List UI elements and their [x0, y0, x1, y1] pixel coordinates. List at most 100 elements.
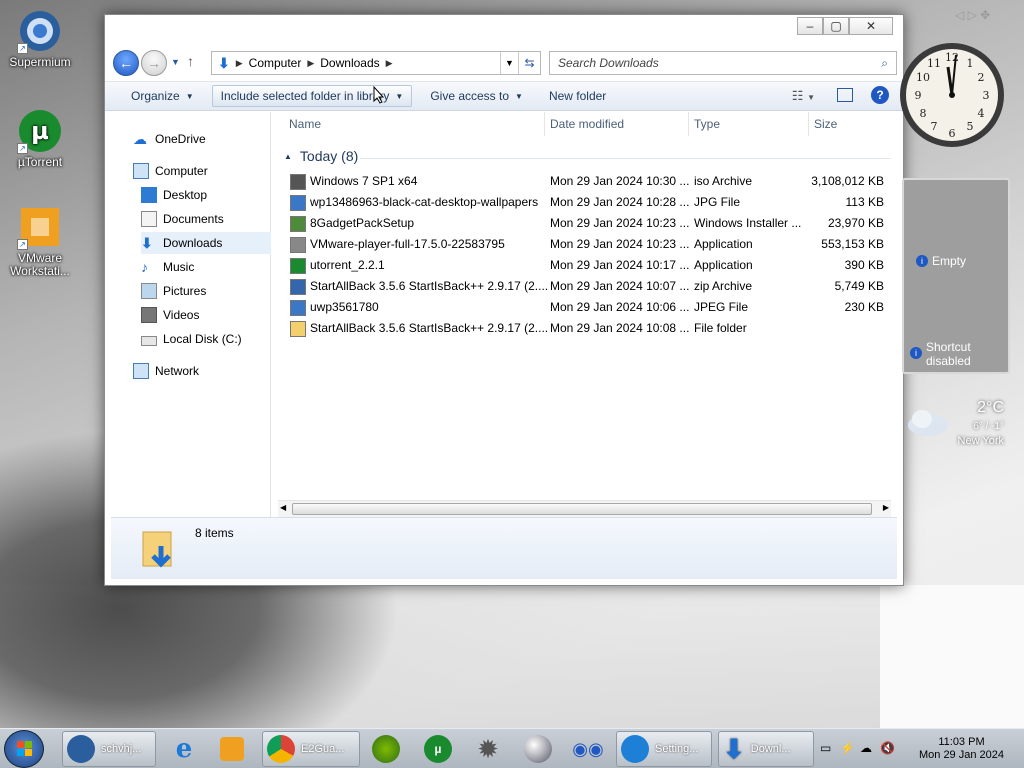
weather-range: 6° / -1°: [973, 421, 1004, 432]
taskbar-pin-media[interactable]: [212, 733, 252, 765]
taskbar-pin-settings[interactable]: ✹: [468, 733, 508, 765]
sphere-icon: [524, 735, 552, 763]
file-size: 553,153 KB: [821, 237, 884, 251]
nav-item-downloads[interactable]: ⬇ Downloads: [141, 232, 271, 254]
taskbar-pin-utorrent[interactable]: µ: [418, 733, 458, 765]
breadcrumb-separator-icon[interactable]: ▶: [307, 58, 314, 69]
utorrent-file-icon: [290, 258, 306, 274]
file-row[interactable]: StartAllBack 3.5.6 StartIsBack++ 2.9.17 …: [288, 318, 889, 339]
wallpaper-highlight: [880, 585, 1024, 728]
breadcrumb-computer[interactable]: Computer: [243, 56, 308, 70]
recent-locations-icon[interactable]: ▼: [171, 57, 180, 67]
taskbar-item-chrome[interactable]: E2Gua...: [262, 731, 360, 767]
taskbar-pin-eyes[interactable]: ◉◉: [568, 733, 608, 765]
taskbar-pin-windows[interactable]: [366, 733, 406, 765]
file-row[interactable]: VMware-player-full-17.5.0-22583795 Mon 29…: [288, 234, 889, 255]
desktop-icon: [141, 187, 157, 203]
taskbar-item-label: Downl...: [750, 743, 791, 755]
chevron-down-icon: ▼: [185, 91, 194, 101]
new-folder-button[interactable]: New folder: [541, 86, 614, 106]
pictures-icon: [141, 283, 157, 299]
desktop-icon-supermium[interactable]: ↗ Supermium: [2, 8, 78, 69]
nav-item-network[interactable]: Network: [133, 360, 287, 382]
breadcrumb-downloads[interactable]: Downloads: [314, 56, 385, 70]
zip-archive-icon: [290, 279, 306, 295]
tray-network-icon[interactable]: ☁: [860, 741, 872, 755]
title-bar[interactable]: – ▢ ✕: [105, 15, 903, 45]
utorrent-icon: µ: [424, 735, 452, 763]
start-button[interactable]: [4, 730, 44, 768]
svg-text:4: 4: [978, 107, 985, 120]
help-icon[interactable]: ?: [871, 86, 889, 104]
search-icon[interactable]: ⌕: [881, 56, 888, 71]
scroll-left-icon[interactable]: ◀: [280, 503, 286, 512]
file-row[interactable]: Windows 7 SP1 x64 Mon 29 Jan 2024 10:30 .…: [288, 171, 889, 192]
scroll-right-icon[interactable]: ▶: [883, 503, 889, 512]
minimize-button[interactable]: –: [797, 17, 823, 35]
scroll-thumb[interactable]: [292, 503, 872, 515]
svg-text:µ: µ: [31, 117, 49, 145]
column-name[interactable]: Name: [289, 117, 321, 131]
preview-pane-icon[interactable]: [837, 88, 853, 102]
horizontal-scrollbar[interactable]: ◀ ▶: [278, 500, 891, 517]
desktop-icon-vmware[interactable]: ↗ VMware Workstati...: [2, 204, 78, 278]
info-icon: i: [916, 255, 928, 267]
close-button[interactable]: ✕: [849, 17, 893, 35]
weather-temperature: 2°C: [977, 399, 1004, 416]
tray-time: 11:03 PM: [938, 736, 985, 748]
nav-item-computer[interactable]: Computer: [133, 160, 287, 182]
file-row[interactable]: 8GadgetPackSetup Mon 29 Jan 2024 10:23 ..…: [288, 213, 889, 234]
address-dropdown-icon[interactable]: ▼: [500, 52, 518, 74]
maximize-button[interactable]: ▢: [823, 17, 849, 35]
desktop-icon-utorrent[interactable]: µ ↗ µTorrent: [2, 108, 78, 169]
include-label: Include selected folder in library: [220, 89, 390, 103]
gadget-nav-arrows[interactable]: ◁ ▷ ✥: [955, 8, 990, 22]
address-bar[interactable]: ⬇ ▶ Computer ▶ Downloads ▶ ▼ ⇆: [211, 51, 541, 75]
taskbar-pin-ie[interactable]: e: [164, 733, 204, 765]
edge-icon: [621, 735, 649, 763]
weather-gadget[interactable]: 2°C 6° / -1° New York: [902, 393, 1010, 453]
videos-icon: [141, 307, 157, 323]
tray-volume-icon[interactable]: 🔇: [880, 741, 895, 755]
cloud-icon: [906, 405, 948, 436]
clock-gadget[interactable]: 12 3 6 9 12 45 7 8 10 11: [900, 33, 1010, 158]
forward-button[interactable]: →: [141, 50, 167, 76]
chevron-down-icon: ▼: [515, 91, 523, 101]
organize-button[interactable]: Organize ▼: [123, 86, 202, 106]
back-button[interactable]: ←: [113, 50, 139, 76]
svg-text:11: 11: [927, 57, 941, 70]
file-date: Mon 29 Jan 2024 10:07 ...: [550, 279, 690, 293]
up-button[interactable]: ↑: [187, 53, 194, 69]
view-options-icon[interactable]: ☷ ▼: [792, 88, 815, 104]
taskbar-item-downloads[interactable]: ⬇ Downl...: [718, 731, 814, 767]
file-row[interactable]: StartAllBack 3.5.6 StartIsBack++ 2.9.17 …: [288, 276, 889, 297]
file-date: Mon 29 Jan 2024 10:23 ...: [550, 216, 690, 230]
taskbar-item-settings[interactable]: Setting...: [616, 731, 712, 767]
group-header-today[interactable]: ▲ Today (8): [284, 148, 358, 164]
column-date[interactable]: Date modified: [550, 117, 624, 131]
file-row[interactable]: wp13486963-black-cat-desktop-wallpapers M…: [288, 192, 889, 213]
downloads-folder-large-icon: [141, 526, 177, 570]
column-size[interactable]: Size: [814, 117, 837, 131]
utorrent-icon: µ ↗: [17, 108, 63, 154]
tray-power-icon[interactable]: ⚡: [840, 741, 855, 755]
taskbar-pin-orb[interactable]: [518, 733, 558, 765]
file-type: File folder: [694, 321, 747, 335]
supermium-icon: [67, 735, 95, 763]
breadcrumb-separator-icon[interactable]: ▶: [236, 58, 243, 69]
file-row[interactable]: utorrent_2.2.1 Mon 29 Jan 2024 10:17 ... A…: [288, 255, 889, 276]
file-row[interactable]: uwp3561780 Mon 29 Jan 2024 10:06 ... JPEG …: [288, 297, 889, 318]
slideshow-gadget[interactable]: i Empty i Shortcut disabled: [902, 178, 1010, 374]
column-type[interactable]: Type: [694, 117, 720, 131]
svg-text:6: 6: [949, 127, 956, 140]
search-input[interactable]: Search Downloads ⌕: [549, 51, 897, 75]
file-date: Mon 29 Jan 2024 10:08 ...: [550, 321, 690, 335]
tray-device-icon[interactable]: ▭: [820, 741, 831, 755]
breadcrumb-separator-icon[interactable]: ▶: [386, 58, 393, 69]
give-access-button[interactable]: Give access to ▼: [422, 86, 531, 106]
refresh-icon[interactable]: ⇆: [518, 52, 540, 74]
slideshow-empty: i Empty: [916, 254, 966, 268]
tray-clock[interactable]: 11:03 PM Mon 29 Jan 2024: [919, 736, 1004, 762]
nav-item-onedrive[interactable]: ☁ OneDrive: [133, 128, 287, 150]
taskbar-item-supermium[interactable]: schvhj...: [62, 731, 156, 767]
